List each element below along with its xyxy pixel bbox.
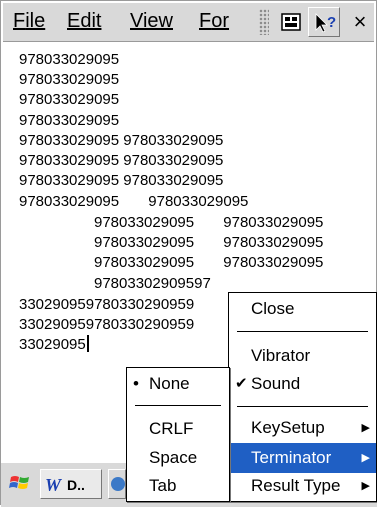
text-line: 978033029095 978033029095 <box>19 193 249 210</box>
menu-item-keysetup[interactable]: KeySetup ▶ <box>229 413 376 443</box>
menu-file[interactable]: File <box>13 10 45 33</box>
menu-bar: File Edit View For ? × <box>3 3 374 42</box>
submenu-item-crlf[interactable]: CRLF <box>127 414 229 444</box>
text-line: 978033029095 978033029095 <box>19 172 224 189</box>
submenu-arrow-icon: ▶ <box>361 452 370 464</box>
app-window: File Edit View For ? × 978033029095 9780… <box>0 0 377 507</box>
text-line: 978033029095 978033029095 <box>94 254 324 271</box>
context-menu: Close Vibrator ✔ Sound KeySetup ▶ Termin… <box>228 292 377 502</box>
terminator-submenu: • None CRLF Space Tab <box>126 367 230 502</box>
text-line: 978033029095 978033029095 <box>94 234 324 251</box>
help-pointer-icon: ? <box>315 13 336 33</box>
menu-item-vibrator[interactable]: Vibrator <box>229 341 376 371</box>
close-icon: × <box>353 9 367 34</box>
windows-flag-icon <box>9 476 29 489</box>
taskbar-word-button[interactable]: W D.. <box>40 469 102 499</box>
menu-separator <box>237 331 368 332</box>
menu-separator <box>135 405 221 406</box>
submenu-item-tab[interactable]: Tab <box>127 471 229 501</box>
globe-icon <box>111 477 125 491</box>
toolbar-grip[interactable] <box>259 9 269 35</box>
menu-edit[interactable]: Edit <box>67 10 101 33</box>
text-line-current: 33029095 <box>19 335 89 355</box>
text-caret <box>86 335 89 352</box>
text-line: 978033029095 978033029095 <box>19 132 224 149</box>
menu-item-close[interactable]: Close <box>229 294 376 324</box>
text-line: 330290959780330290959 <box>19 316 195 333</box>
text-line: 97803302909597 <box>94 275 211 292</box>
menu-item-terminator[interactable]: Terminator ▶ <box>229 443 376 473</box>
close-button[interactable]: × <box>344 7 376 37</box>
submenu-arrow-icon: ▶ <box>361 422 370 434</box>
text-line: 978033029095 <box>19 112 120 129</box>
input-panel-icon <box>281 13 301 31</box>
text-line: 330290959780330290959 <box>19 296 195 313</box>
keyboard-toggle-button[interactable] <box>275 7 307 37</box>
submenu-item-space[interactable]: Space <box>127 443 229 473</box>
current-line-text: 33029095 <box>19 336 86 353</box>
submenu-item-none[interactable]: • None <box>127 369 229 399</box>
text-line: 978033029095 978033029095 <box>94 214 324 231</box>
help-button[interactable]: ? <box>308 7 340 37</box>
menu-item-result-type[interactable]: Result Type ▶ <box>229 471 376 501</box>
svg-text:?: ? <box>327 14 336 31</box>
text-line: 978033029095 978033029095 <box>19 152 224 169</box>
start-button[interactable] <box>9 472 31 494</box>
check-icon: ✔ <box>235 375 248 392</box>
menu-item-sound[interactable]: ✔ Sound <box>229 369 376 399</box>
text-line: 978033029095 <box>19 51 120 68</box>
taskbar-word-label: D.. <box>67 477 85 493</box>
text-line: 978033029095 <box>19 91 120 108</box>
taskbar-app-button[interactable] <box>108 469 126 499</box>
menu-format[interactable]: For <box>199 10 229 33</box>
text-line: 978033029095 <box>19 71 120 88</box>
menu-separator <box>237 406 368 407</box>
submenu-arrow-icon: ▶ <box>361 480 370 492</box>
radio-bullet-icon: • <box>133 374 139 393</box>
menu-view[interactable]: View <box>130 10 173 33</box>
word-app-icon: W <box>45 475 62 495</box>
